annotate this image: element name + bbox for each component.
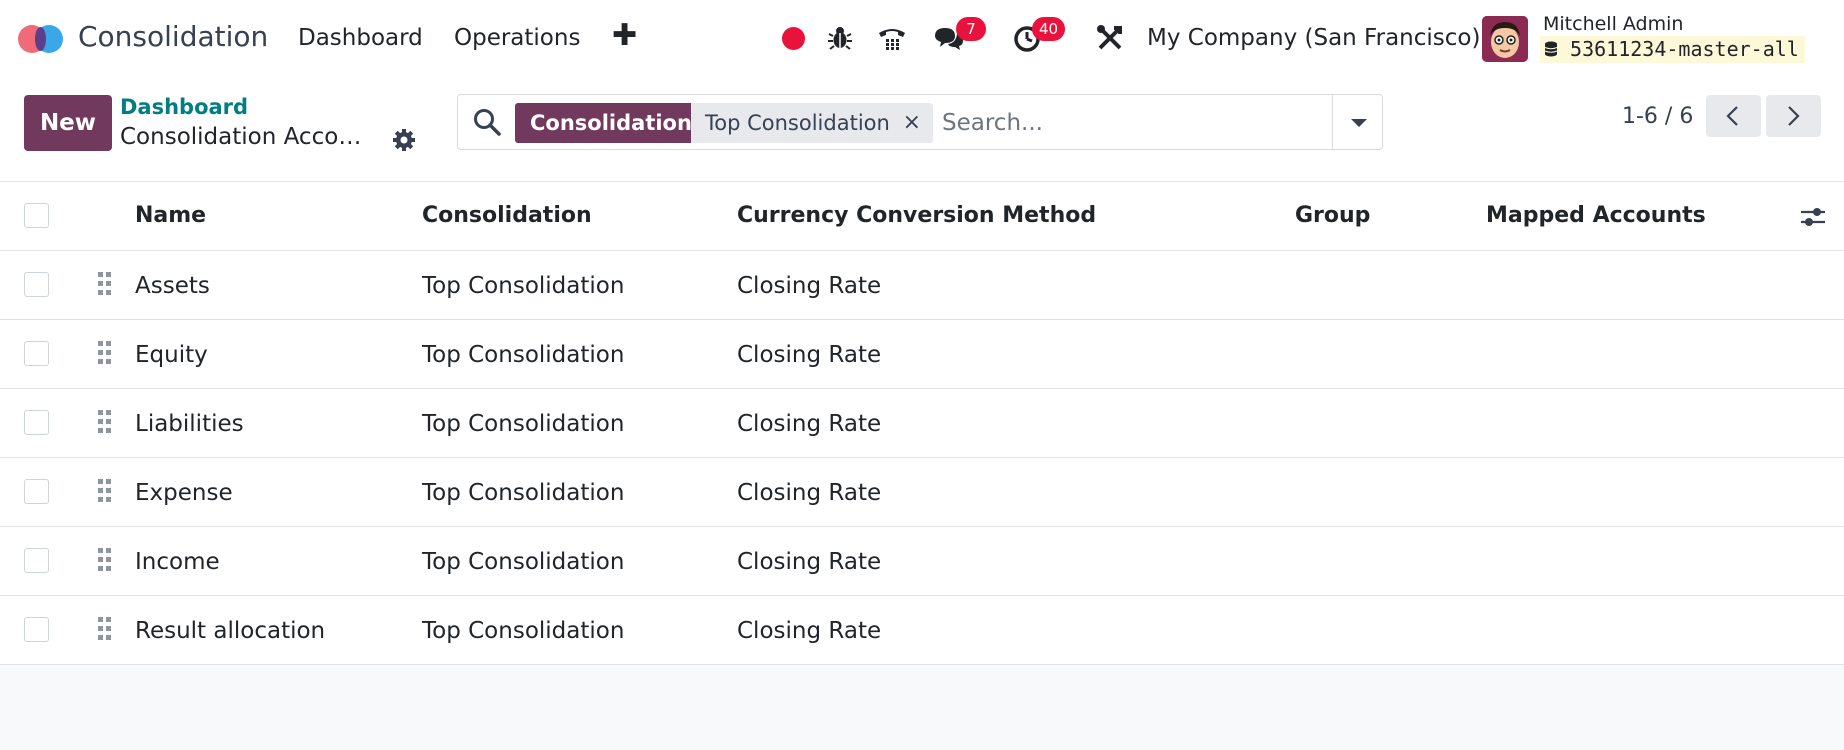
optional-columns-icon[interactable] [1800,204,1826,230]
add-menu-button[interactable]: ✚ [612,18,637,53]
table-row[interactable]: Expense Top Consolidation Closing Rate [0,458,1844,527]
breadcrumb-dashboard-link[interactable]: Dashboard [120,95,248,119]
row-checkbox[interactable] [24,410,49,435]
search-bar: Consolidation Top Consolidation × [457,94,1383,150]
search-facet-text: Top Consolidation [705,111,890,135]
row-checkbox[interactable] [24,479,49,504]
bug-icon[interactable] [824,22,856,54]
row-checkbox[interactable] [24,341,49,366]
chevron-right-icon [1788,106,1800,126]
search-facet-label: Consolidation [515,103,707,143]
table-body: Assets Top Consolidation Closing Rate Equit… [0,251,1844,665]
close-icon[interactable]: × [903,103,921,143]
breadcrumb-current: Consolidation Accounts [120,124,375,150]
drag-handle-icon[interactable] [98,410,112,436]
cell-consolidation: Top Consolidation [422,549,625,575]
database-tag: 53611234-master-all [1540,36,1805,63]
chevron-left-icon [1726,106,1738,126]
caret-down-icon [1351,119,1367,127]
cell-consolidation: Top Consolidation [422,618,625,644]
table-header: Name Consolidation Currency Conversion M… [0,182,1844,251]
search-input[interactable] [942,103,1328,143]
drag-handle-icon[interactable] [98,548,112,574]
cell-name: Result allocation [135,618,326,644]
cell-consolidation: Top Consolidation [422,480,625,506]
select-all-checkbox[interactable] [24,203,49,228]
drag-handle-icon[interactable] [98,479,112,505]
company-switcher[interactable]: My Company (San Francisco) [1147,25,1480,51]
cell-consolidation: Top Consolidation [422,273,625,299]
row-checkbox[interactable] [24,617,49,642]
column-header-consolidation[interactable]: Consolidation [422,203,592,228]
pager-value[interactable]: 1-6 / 6 [1622,104,1693,129]
menu-item-dashboard[interactable]: Dashboard [298,25,423,51]
gear-icon[interactable] [390,126,418,154]
search-facet-value: Top Consolidation × [691,103,933,143]
pager-previous-button[interactable] [1706,95,1761,137]
control-panel: New Dashboard Consolidation Accounts Con… [0,78,1844,182]
cell-currency-conversion-method: Closing Rate [737,549,882,575]
database-icon [1544,37,1570,61]
pager-next-button[interactable] [1766,95,1821,137]
drag-handle-icon[interactable] [98,617,112,643]
cell-name: Equity [135,342,208,368]
table-row[interactable]: Result allocation Top Consolidation Closin… [0,596,1844,665]
tools-icon[interactable] [1094,22,1126,54]
record-icon[interactable] [782,27,805,50]
menu-item-operations[interactable]: Operations [454,25,580,51]
row-checkbox[interactable] [24,272,49,297]
column-header-group[interactable]: Group [1295,203,1370,228]
app-name[interactable]: Consolidation [78,20,268,53]
cell-name: Income [135,549,220,575]
accounts-table: Name Consolidation Currency Conversion M… [0,182,1844,665]
user-name[interactable]: Mitchell Admin [1543,13,1683,35]
top-navbar: Consolidation Dashboard Operations ✚ 7 4… [0,0,1844,78]
messages-badge: 7 [956,17,986,41]
drag-handle-icon[interactable] [98,272,112,298]
cell-name: Expense [135,480,233,506]
app-logo-icon[interactable] [18,21,66,55]
drag-handle-icon[interactable] [98,341,112,367]
column-header-mapped-accounts[interactable]: Mapped Accounts [1486,203,1706,228]
cell-consolidation: Top Consolidation [422,342,625,368]
activities-badge: 40 [1032,17,1066,41]
database-name: 53611234-master-all [1570,37,1799,61]
table-row[interactable]: Equity Top Consolidation Closing Rate [0,320,1844,389]
search-icon[interactable] [472,107,502,137]
cell-currency-conversion-method: Closing Rate [737,273,882,299]
cell-name: Liabilities [135,411,244,437]
row-checkbox[interactable] [24,548,49,573]
new-button[interactable]: New [24,95,112,151]
cell-consolidation: Top Consolidation [422,411,625,437]
cell-currency-conversion-method: Closing Rate [737,618,882,644]
table-row[interactable]: Liabilities Top Consolidation Closing Rate [0,389,1844,458]
phone-icon[interactable] [876,22,908,54]
table-row[interactable]: Income Top Consolidation Closing Rate [0,527,1844,596]
table-row[interactable]: Assets Top Consolidation Closing Rate [0,251,1844,320]
cell-currency-conversion-method: Closing Rate [737,480,882,506]
avatar[interactable] [1482,16,1528,62]
cell-name: Assets [135,273,210,299]
column-header-name[interactable]: Name [135,203,206,228]
cell-currency-conversion-method: Closing Rate [737,411,882,437]
column-header-currency-conversion-method[interactable]: Currency Conversion Method [737,203,1096,228]
search-options-toggle[interactable] [1332,95,1382,149]
cell-currency-conversion-method: Closing Rate [737,342,882,368]
